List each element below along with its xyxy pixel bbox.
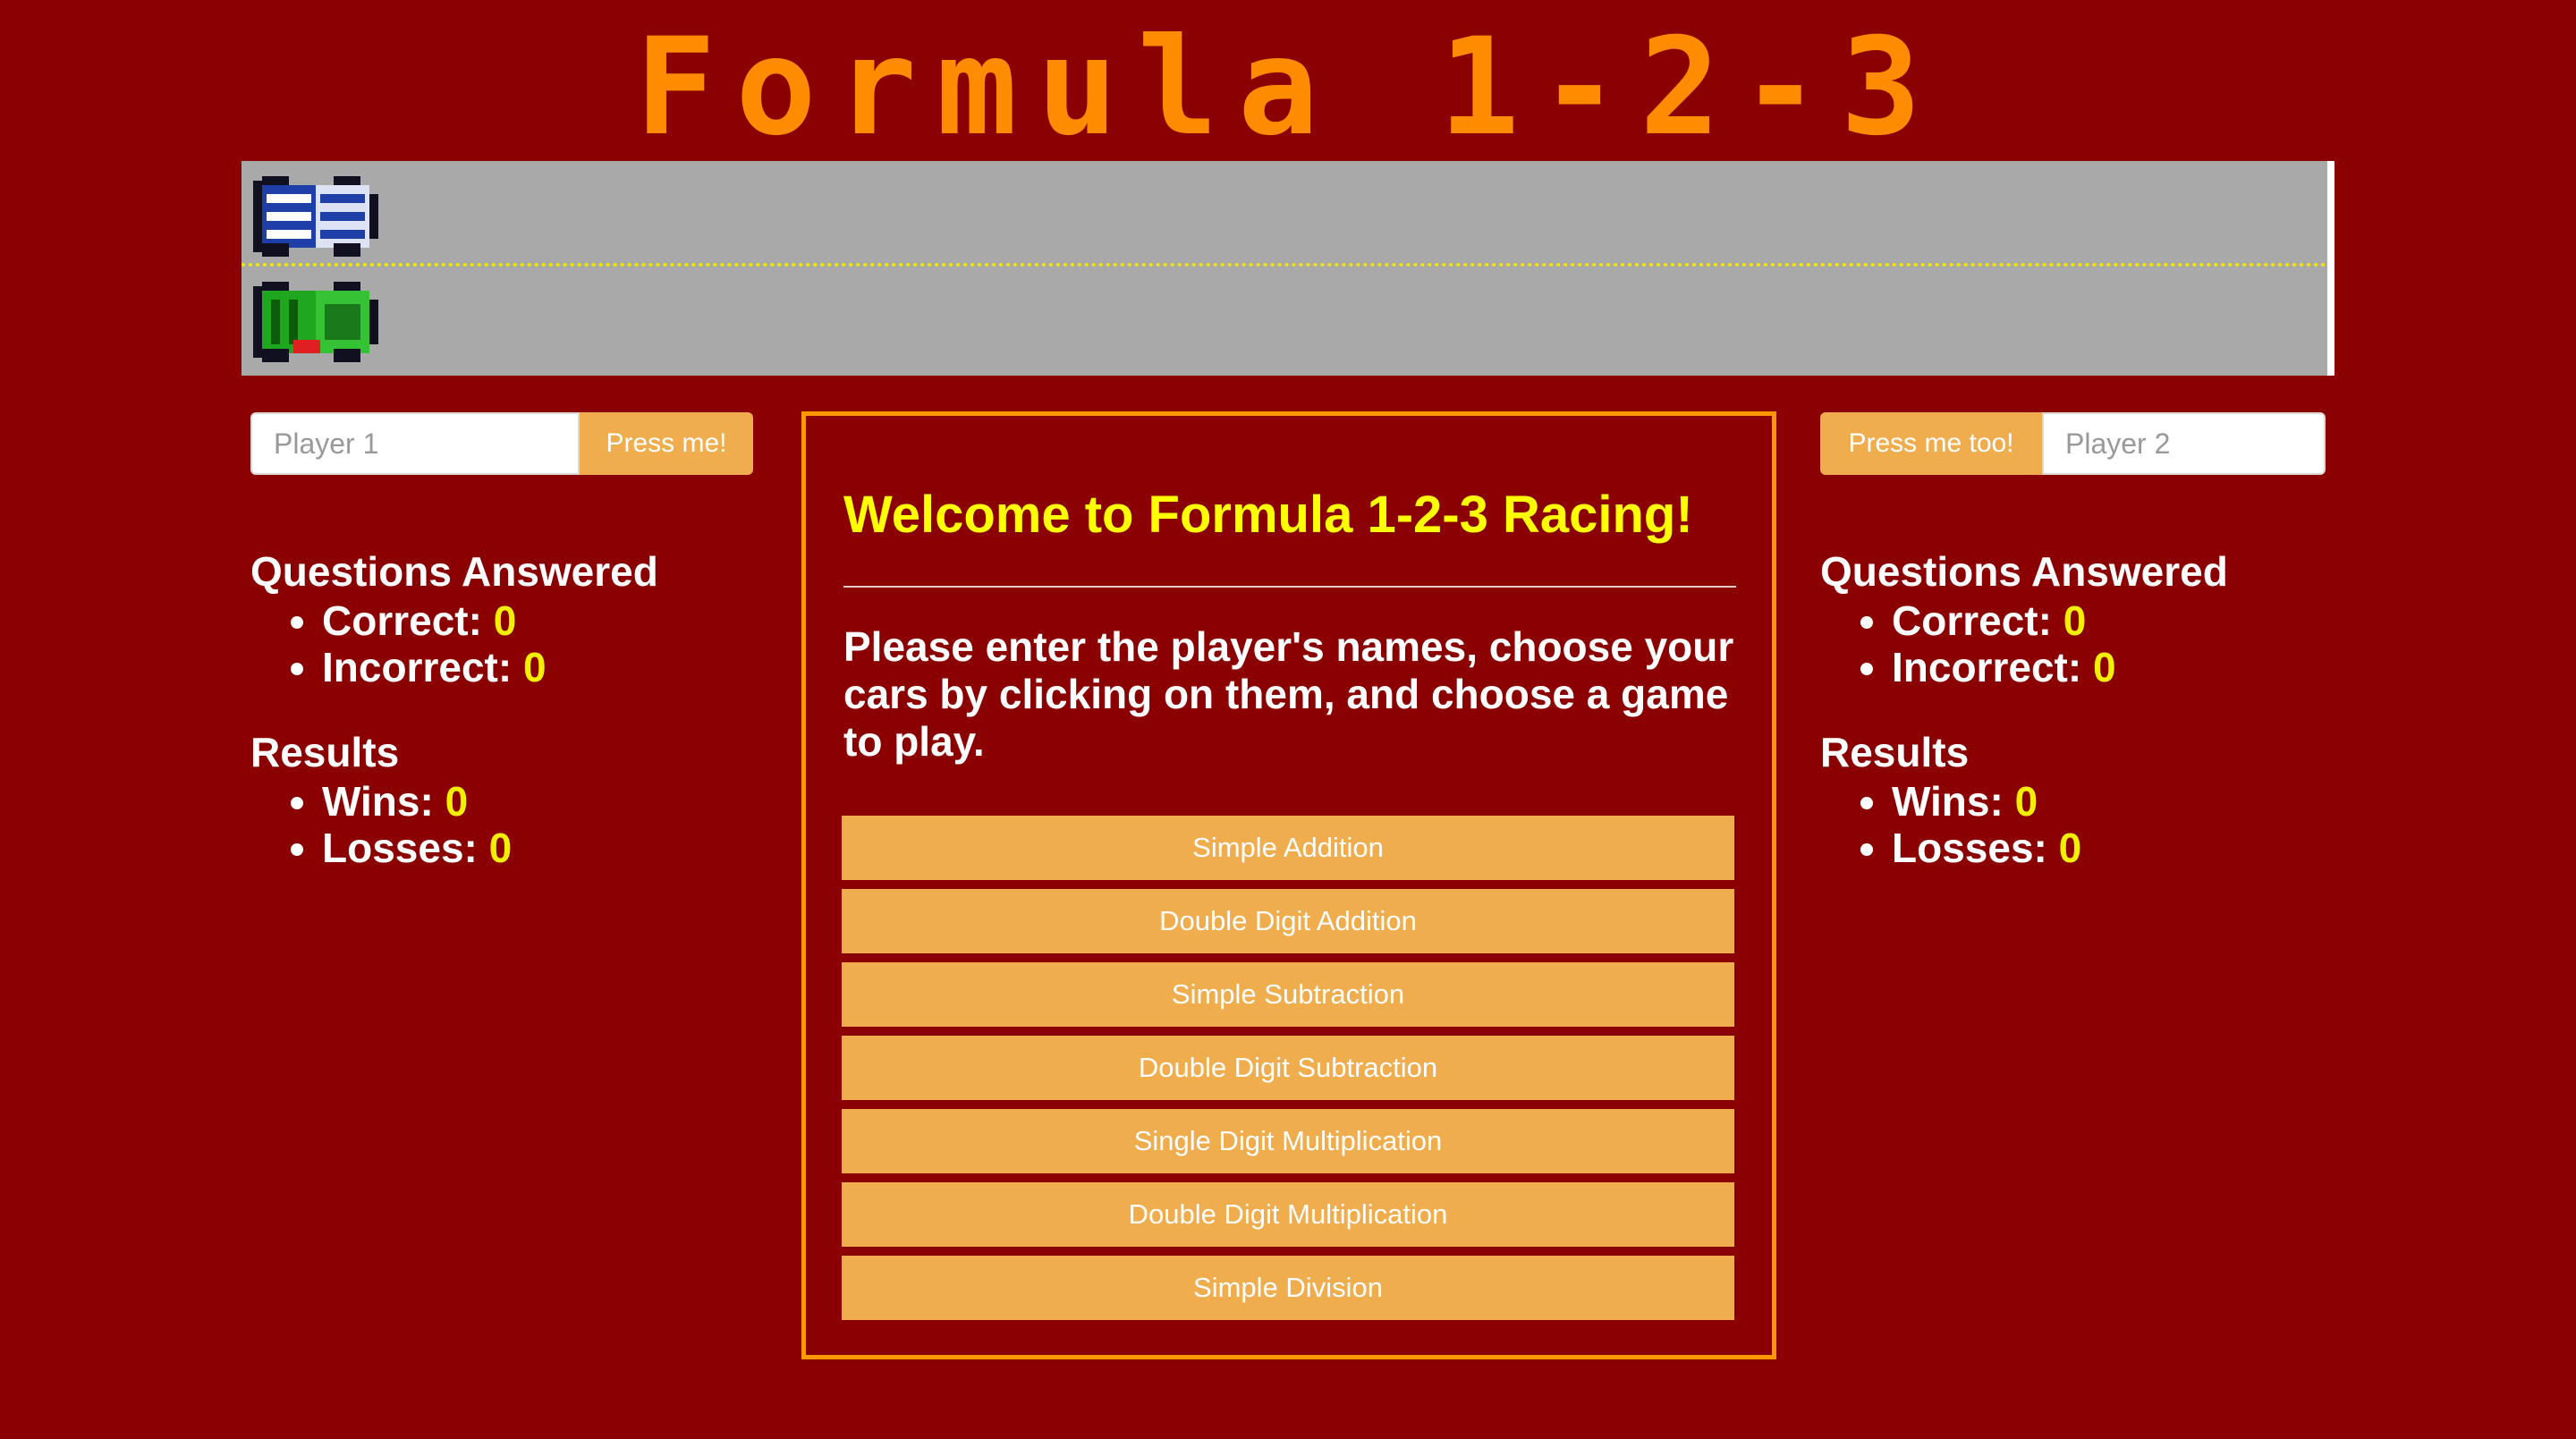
player1-results-heading: Results [250, 729, 400, 775]
player2-questions-list: Correct: 0 Incorrect: 0 [1820, 597, 2285, 690]
game-selection-list: Simple Addition Double Digit Addition Si… [842, 816, 1736, 1329]
player1-wins-value: 0 [445, 778, 469, 825]
player1-results-list: Wins: 0 Losses: 0 [250, 778, 716, 871]
player1-questions-heading: Questions Answered [250, 548, 658, 595]
player1-input-group: Press me! [250, 412, 753, 475]
correct-label: Correct: [322, 597, 482, 644]
losses-label: Losses: [322, 825, 478, 871]
player2-results-list: Wins: 0 Losses: 0 [1820, 778, 2285, 871]
correct-label: Correct: [1892, 597, 2052, 644]
player2-stats: Questions Answered Correct: 0 Incorrect:… [1820, 546, 2285, 871]
player1-correct-item: Correct: 0 [322, 597, 716, 644]
player1-incorrect-item: Incorrect: 0 [322, 644, 716, 690]
player2-losses-item: Losses: 0 [1892, 825, 2285, 871]
finish-line [2327, 161, 2334, 376]
player2-input-group: Press me too! [1820, 412, 2326, 475]
player1-correct-value: 0 [493, 597, 517, 644]
race-track [242, 161, 2334, 376]
player1-incorrect-value: 0 [522, 644, 547, 690]
game-button-double-digit-subtraction[interactable]: Double Digit Subtraction [842, 1036, 1734, 1100]
game-button-double-digit-addition[interactable]: Double Digit Addition [842, 889, 1734, 953]
lane-divider [242, 263, 2334, 267]
player2-submit-button[interactable]: Press me too! [1820, 412, 2042, 475]
player2-incorrect-item: Incorrect: 0 [1892, 644, 2285, 690]
player1-wins-item: Wins: 0 [322, 778, 716, 825]
game-root: Formula 1-2-3 Player 1 Press me! Press m… [0, 0, 2576, 1439]
welcome-panel: Welcome to Formula 1-2-3 Racing! Please … [801, 411, 1776, 1359]
welcome-heading: Welcome to Formula 1-2-3 Racing! [843, 486, 1693, 544]
incorrect-label: Incorrect: [322, 644, 513, 690]
incorrect-label: Incorrect: [1892, 644, 2082, 690]
player1-name-input[interactable] [250, 412, 580, 475]
player2-name-input[interactable] [2042, 412, 2326, 475]
player2-incorrect-value: 0 [2092, 644, 2116, 690]
wins-label: Wins: [322, 778, 434, 825]
player1-submit-button[interactable]: Press me! [580, 412, 753, 475]
wins-label: Wins: [1892, 778, 2004, 825]
player2-wins-item: Wins: 0 [1892, 778, 2285, 825]
blue-white-car-icon [253, 176, 378, 257]
game-title: Formula 1-2-3 [635, 10, 1941, 165]
losses-label: Losses: [1892, 825, 2047, 871]
player2-results-heading: Results [1820, 729, 1970, 775]
player2-wins-value: 0 [2014, 778, 2038, 825]
game-button-single-digit-multiplication[interactable]: Single Digit Multiplication [842, 1109, 1734, 1173]
player2-losses-value: 0 [2058, 825, 2082, 871]
game-button-double-digit-multiplication[interactable]: Double Digit Multiplication [842, 1182, 1734, 1247]
player1-stats: Questions Answered Correct: 0 Incorrect:… [250, 546, 716, 871]
instructions-text: Please enter the player's names, choose … [843, 623, 1734, 765]
game-button-simple-subtraction[interactable]: Simple Subtraction [842, 962, 1734, 1027]
green-car-icon [253, 282, 378, 362]
game-button-simple-addition[interactable]: Simple Addition [842, 816, 1734, 880]
game-button-simple-division[interactable]: Simple Division [842, 1256, 1734, 1320]
divider [843, 586, 1736, 588]
player2-correct-value: 0 [2063, 597, 2087, 644]
player1-car[interactable] [249, 172, 383, 261]
player2-car[interactable] [249, 277, 383, 367]
player1-losses-item: Losses: 0 [322, 825, 716, 871]
player2-questions-heading: Questions Answered [1820, 548, 2228, 595]
player2-correct-item: Correct: 0 [1892, 597, 2285, 644]
player1-questions-list: Correct: 0 Incorrect: 0 [250, 597, 716, 690]
player1-losses-value: 0 [488, 825, 513, 871]
